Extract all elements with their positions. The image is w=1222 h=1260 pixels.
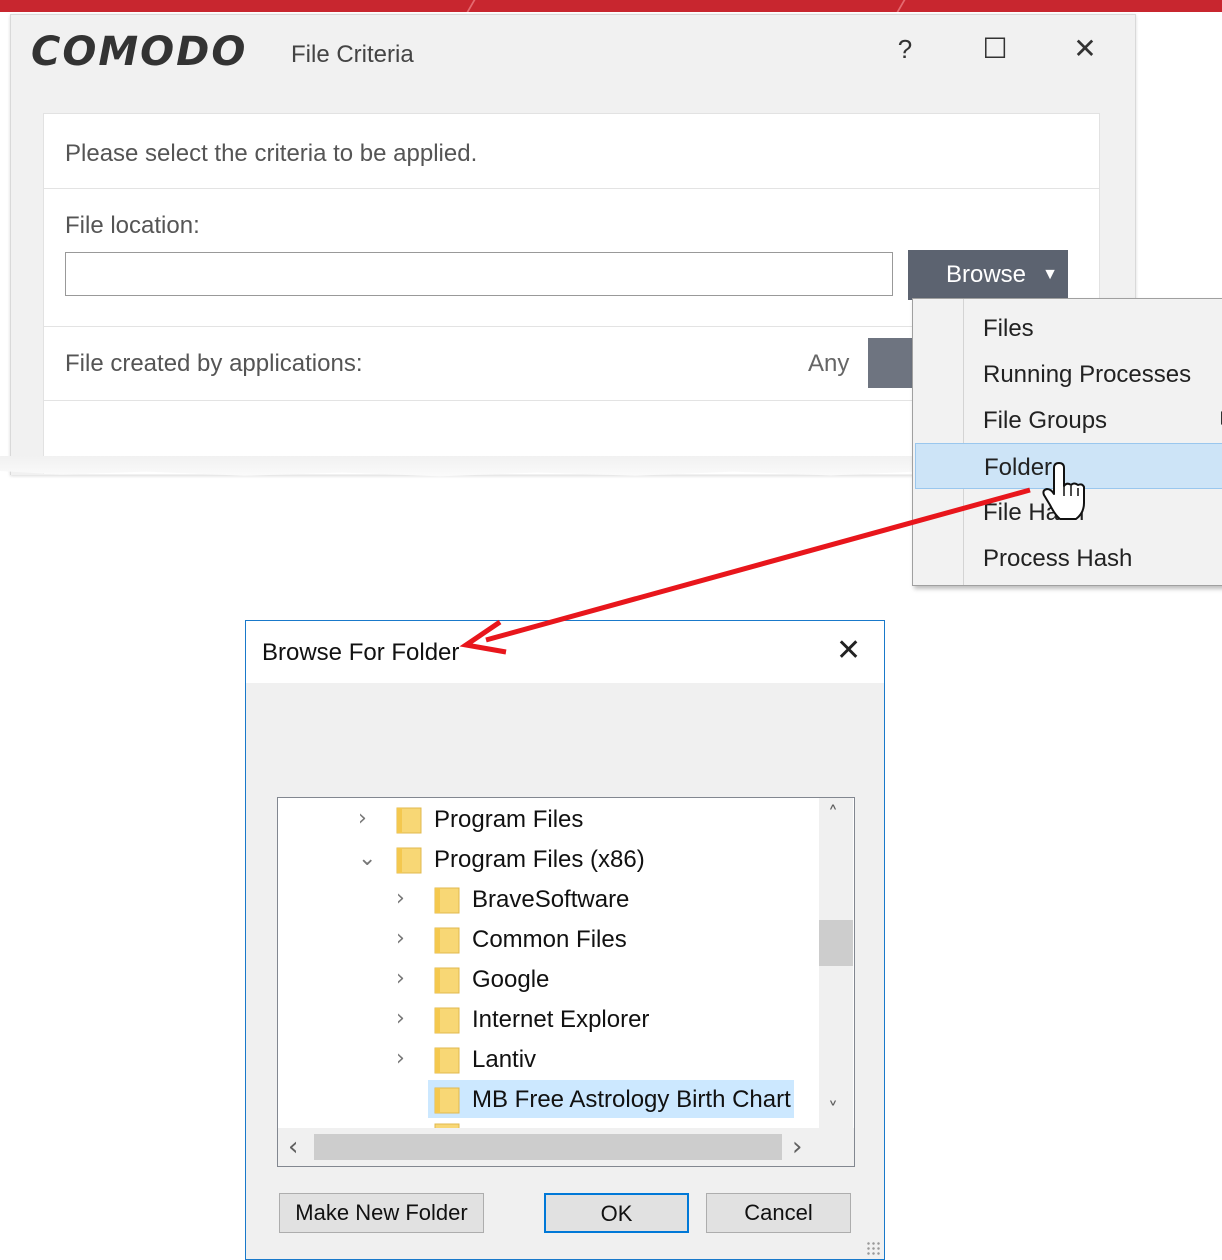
folder-icon: [434, 967, 460, 994]
horizontal-scroll-thumb[interactable]: [314, 1134, 782, 1160]
menu-item-file-groups[interactable]: File Groups: [915, 397, 1222, 443]
tree-item-label: BraveSoftware: [472, 886, 630, 913]
folder-icon: [434, 1047, 460, 1074]
file-location-input[interactable]: [65, 252, 893, 296]
tree-item-label: Google: [472, 966, 550, 993]
browse-dropdown-menu: Files Running Processes File Groups Fold…: [912, 298, 1222, 586]
browse-button-label: Browse: [946, 261, 1027, 288]
menu-item-process-hash[interactable]: Process Hash: [915, 535, 1222, 581]
expand-chevron-icon[interactable]: ›: [396, 966, 405, 991]
scroll-up-icon[interactable]: ˄: [828, 802, 838, 826]
menu-item-label: Process Hash: [983, 545, 1133, 572]
divider: [44, 188, 1099, 189]
menu-item-label: File Groups: [983, 407, 1108, 434]
hand-cursor-icon: [1042, 462, 1085, 520]
tree-item[interactable]: › BraveSoftware: [396, 880, 854, 918]
tree-item[interactable]: › Google: [396, 960, 854, 998]
dialog-title: Browse For Folder: [262, 639, 460, 666]
tree-item-label: Common Files: [472, 926, 627, 953]
folder-icon: [396, 847, 422, 874]
folder-icon: [434, 1087, 460, 1114]
tree-item[interactable]: › Internet Explorer: [396, 1000, 854, 1038]
tree-item-selected[interactable]: MB Free Astrology Birth Chart: [396, 1080, 854, 1118]
folder-tree[interactable]: › Program Files ⌄ Program Files (x86) › …: [277, 797, 855, 1167]
file-location-label: File location:: [65, 212, 200, 239]
file-created-by-value: Any: [808, 350, 850, 377]
expand-chevron-icon[interactable]: ›: [396, 1046, 405, 1071]
folder-icon: [396, 807, 422, 834]
dropdown-caret-icon: ▼: [1042, 266, 1058, 283]
menu-item-files[interactable]: Files: [915, 305, 1222, 351]
expand-chevron-icon[interactable]: ›: [358, 806, 367, 831]
scroll-right-icon[interactable]: ›: [792, 1132, 802, 1162]
folder-icon: [434, 887, 460, 914]
menu-item-running-processes[interactable]: Running Processes: [915, 351, 1222, 397]
menu-item-label: Files: [983, 315, 1034, 342]
menu-item-label: Running Processes: [983, 361, 1192, 388]
dialog-titlebar: Browse For Folder ✕: [246, 621, 884, 683]
expand-chevron-icon[interactable]: ›: [396, 1006, 405, 1031]
dialog-close-button[interactable]: ✕: [836, 633, 861, 668]
tree-item-label: Lantiv: [472, 1046, 537, 1073]
tree-item-label: Program Files (x86): [434, 846, 645, 873]
scroll-down-icon[interactable]: ˅: [828, 1098, 838, 1122]
vertical-scroll-thumb[interactable]: [819, 920, 853, 966]
criteria-prompt: Please select the criteria to be applied…: [65, 140, 478, 167]
comodo-logo: COMODO: [31, 29, 248, 75]
collapse-chevron-icon[interactable]: ⌄: [358, 846, 376, 871]
expand-chevron-icon[interactable]: ›: [396, 926, 405, 951]
tree-item-label: Program Files: [434, 806, 584, 833]
tree-item[interactable]: ⌄ Program Files (x86): [358, 840, 854, 878]
top-brand-bar: [0, 0, 1222, 12]
folder-icon: [434, 927, 460, 954]
scroll-left-icon[interactable]: ‹: [288, 1132, 298, 1162]
resize-grip-icon[interactable]: [866, 1241, 880, 1255]
window-title: File Criteria: [291, 41, 414, 68]
folder-icon: [434, 1007, 460, 1034]
tree-item[interactable]: › Lantiv: [396, 1040, 854, 1078]
brand-bar-stripe: [896, 0, 906, 12]
tree-item-label: Internet Explorer: [472, 1006, 650, 1033]
help-button[interactable]: ?: [885, 29, 925, 69]
make-new-folder-button[interactable]: Make New Folder: [279, 1193, 484, 1233]
close-button[interactable]: ✕: [1065, 29, 1105, 69]
cancel-button[interactable]: Cancel: [706, 1193, 851, 1233]
tree-item[interactable]: › Common Files: [396, 920, 854, 958]
browse-for-folder-dialog: Browse For Folder ✕ › Program Files ⌄ Pr…: [245, 620, 885, 1260]
tree-item[interactable]: › Program Files: [358, 800, 854, 838]
tree-item-label: MB Free Astrology Birth Chart: [472, 1086, 791, 1113]
maximize-button[interactable]: ☐: [975, 29, 1015, 69]
ok-button[interactable]: OK: [544, 1193, 689, 1233]
brand-bar-stripe: [466, 0, 476, 12]
file-created-by-label: File created by applications:: [65, 350, 363, 377]
browse-button[interactable]: Browse ▼: [908, 250, 1068, 300]
expand-chevron-icon[interactable]: ›: [396, 886, 405, 911]
